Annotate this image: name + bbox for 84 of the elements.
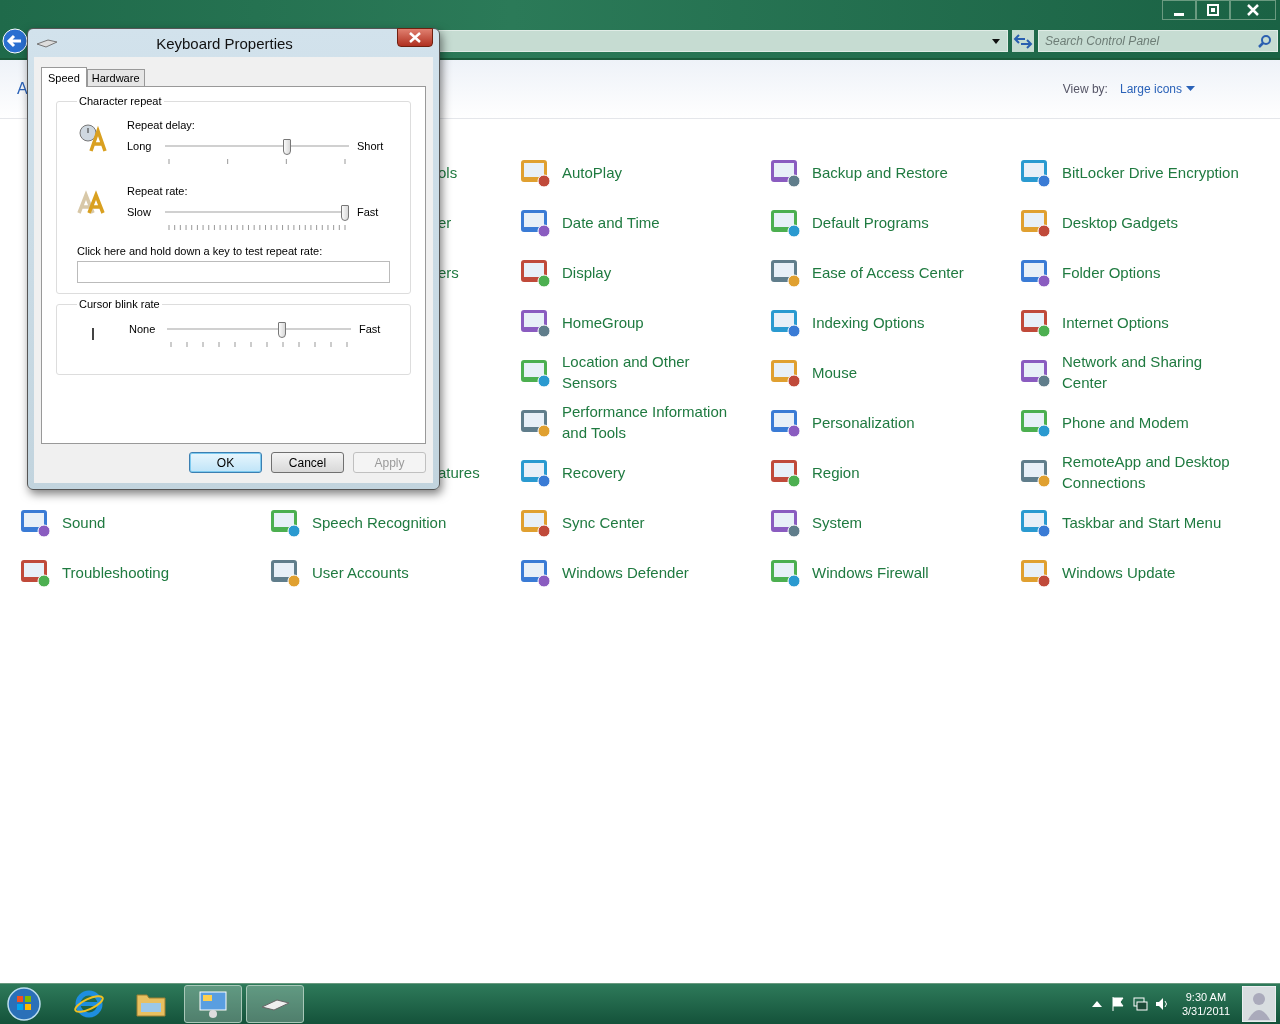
group-title: Cursor blink rate xyxy=(78,298,161,310)
search-field[interactable]: Search Control Panel xyxy=(1038,30,1278,52)
page-heading: A xyxy=(17,80,28,98)
applet-link[interactable]: Windows Firewall xyxy=(812,561,929,583)
minimize-button[interactable] xyxy=(1162,0,1196,20)
tab[interactable]: Speed xyxy=(41,67,87,87)
slider-max-label: Fast xyxy=(359,322,382,336)
slider-label: Repeat rate: xyxy=(127,185,189,197)
taskbar-button[interactable] xyxy=(184,985,242,1023)
applet-link[interactable]: Location and Other Sensors xyxy=(562,351,744,393)
applet-link[interactable]: Taskbar and Start Menu xyxy=(1062,511,1222,533)
view-by-dropdown[interactable]: Large icons xyxy=(1119,82,1195,96)
applet-link[interactable]: Personalization xyxy=(812,411,915,433)
applet-link[interactable]: Display xyxy=(562,261,612,283)
applet-link[interactable]: Recovery xyxy=(562,461,626,483)
applet-link[interactable]: Region xyxy=(812,461,860,483)
caret-icon xyxy=(1186,86,1195,92)
slider[interactable] xyxy=(165,139,349,165)
close-icon xyxy=(408,32,422,43)
applet-link[interactable]: Network and Sharing Center xyxy=(1062,351,1244,393)
applet-link[interactable]: Windows Defender xyxy=(562,561,689,583)
clock-time[interactable]: 9:30 AM xyxy=(1185,990,1227,1004)
maximize-button[interactable] xyxy=(1196,0,1230,20)
close-button[interactable] xyxy=(1230,0,1276,20)
refresh-icon[interactable] xyxy=(1012,30,1034,52)
slider-min-label: None xyxy=(129,322,157,336)
slider-thumb[interactable] xyxy=(277,322,286,338)
applet-link[interactable]: Sync Center xyxy=(562,511,645,533)
applet-link[interactable]: Performance Information and Tools xyxy=(562,401,744,443)
applet-link[interactable]: Folder Options xyxy=(1062,261,1161,283)
flag-icon[interactable] xyxy=(1109,996,1126,1012)
speaker-icon[interactable] xyxy=(1153,996,1170,1012)
field-label: Click here and hold down a key to test repeat rate: xyxy=(77,245,324,257)
close-icon xyxy=(1246,4,1260,16)
applet-link[interactable]: Backup and Restore xyxy=(812,161,948,183)
applet-link[interactable]: AutoPlay xyxy=(562,161,623,183)
slider-min-label: Long xyxy=(127,139,153,153)
slider-max-label: Fast xyxy=(357,205,380,219)
applet-link[interactable]: System xyxy=(812,511,862,533)
globe-e-icon xyxy=(73,989,105,1019)
dropdown-caret-icon[interactable] xyxy=(991,37,1001,45)
control-panel-icon xyxy=(197,989,229,1019)
dialog-button[interactable]: OK xyxy=(189,452,262,473)
applet-link[interactable]: Desktop Gadgets xyxy=(1062,211,1178,233)
applet-link[interactable]: BitLocker Drive Encryption xyxy=(1062,161,1239,183)
applet-link[interactable]: Sound xyxy=(62,511,106,533)
applet-link[interactable]: Internet Options xyxy=(1062,311,1169,333)
applet-link[interactable]: Phone and Modem xyxy=(1062,411,1189,433)
applet-link[interactable]: RemoteApp and Desktop Connections xyxy=(1062,451,1244,493)
applet-link[interactable]: Windows Update xyxy=(1062,561,1176,583)
applet-link[interactable]: User Accounts xyxy=(312,561,409,583)
input-field[interactable] xyxy=(77,261,390,283)
text-cursor-icon xyxy=(92,328,94,340)
tab[interactable]: Hardware xyxy=(86,69,145,86)
restore-icon xyxy=(1206,4,1220,16)
applet-link[interactable]: Date and Time xyxy=(562,211,660,233)
view-by-label: View by: xyxy=(1062,82,1108,96)
keyboard-icon xyxy=(36,38,58,48)
network-icon[interactable] xyxy=(1131,996,1148,1012)
applet-link[interactable]: Indexing Options xyxy=(812,311,925,333)
taskbar-button[interactable] xyxy=(246,985,304,1023)
slider-label: Repeat delay: xyxy=(127,119,196,131)
stopwatch-letter-icon xyxy=(77,121,109,153)
applet-link[interactable]: Speech Recognition xyxy=(312,511,447,533)
slider-min-label: Slow xyxy=(127,205,152,219)
minimize-icon xyxy=(1174,12,1184,16)
dialog-button[interactable]: Cancel xyxy=(271,452,344,473)
applet-link[interactable]: HomeGroup xyxy=(562,311,644,333)
start-button[interactable] xyxy=(6,986,42,1022)
applet-link[interactable]: Ease of Access Center xyxy=(812,261,964,283)
applet-link[interactable]: Troubleshooting xyxy=(62,561,169,583)
applet-link[interactable]: Mouse xyxy=(812,361,858,383)
clock-date[interactable]: 3/31/2011 xyxy=(1181,1004,1230,1018)
applet-link[interactable]: atures xyxy=(438,461,480,483)
slider-thumb[interactable] xyxy=(341,205,349,221)
user-tile-icon[interactable] xyxy=(1242,986,1276,1022)
slider[interactable] xyxy=(167,322,351,348)
group-title: Character repeat xyxy=(78,95,163,107)
slider-thumb[interactable] xyxy=(282,139,291,155)
applet-link[interactable]: Default Programs xyxy=(812,211,929,233)
dialog-title: Keyboard Properties xyxy=(155,34,294,52)
close-button[interactable] xyxy=(397,28,433,47)
slider-max-label: Short xyxy=(357,139,385,153)
slider[interactable] xyxy=(165,205,349,231)
